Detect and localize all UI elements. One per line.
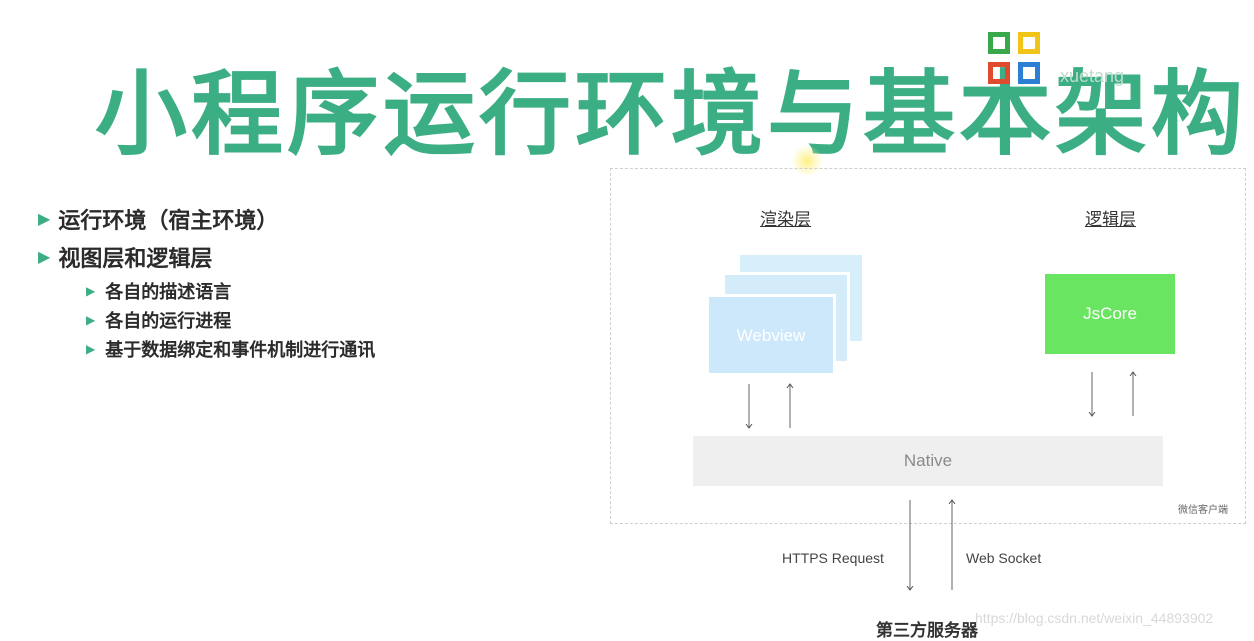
websocket-label: Web Socket [966,550,1042,566]
https-request-label: HTTPS Request [782,550,884,566]
watermark: https://blog.csdn.net/weixin_44893902 [975,610,1214,626]
arrows [0,0,1254,638]
wechat-client-label: 微信客户端 [1178,505,1228,516]
third-party-server-label: 第三方服务器 [876,621,978,641]
